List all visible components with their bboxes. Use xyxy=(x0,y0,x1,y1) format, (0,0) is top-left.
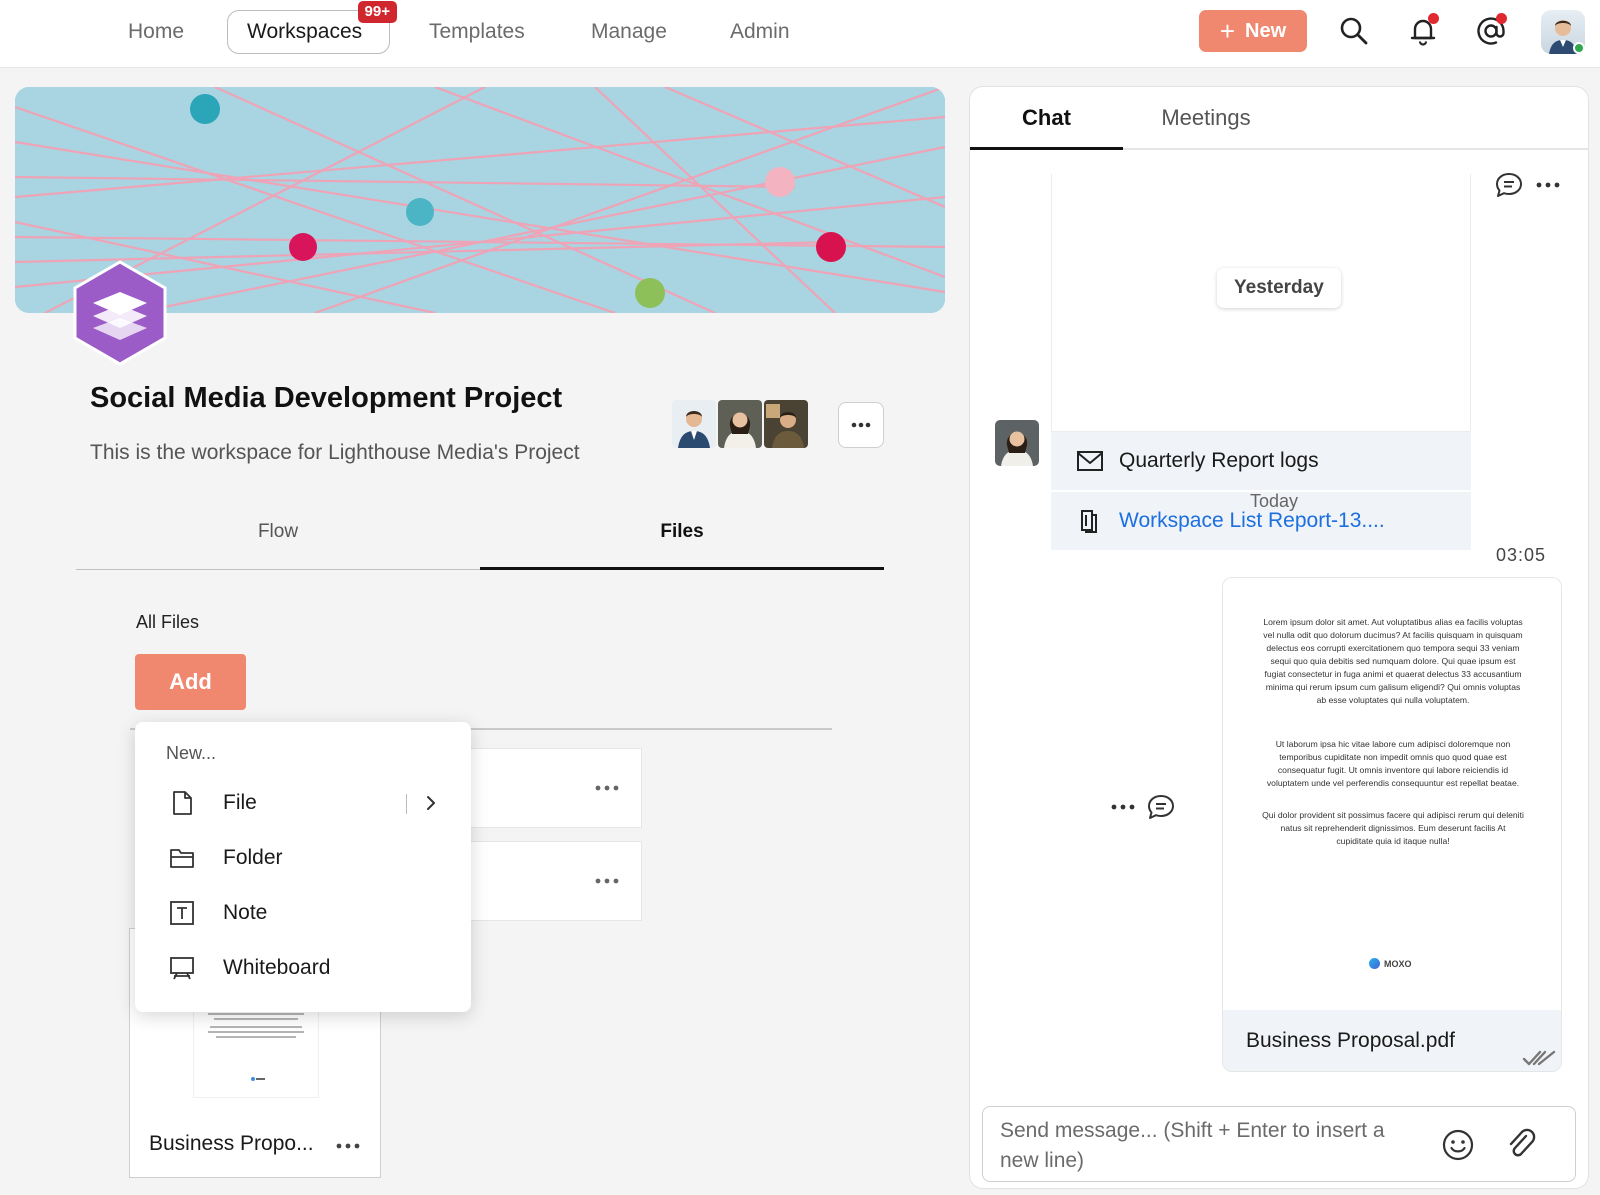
menu-item-folder[interactable]: Folder xyxy=(135,833,471,883)
pdf-preview-text: Ut laborum ipsa hic vitae labore cum adi… xyxy=(1266,739,1520,788)
menu-item-label: Folder xyxy=(223,846,283,869)
search-icon[interactable] xyxy=(1337,14,1371,48)
nav-tab-workspaces-label: Workspaces xyxy=(247,20,363,43)
menu-separator xyxy=(406,794,407,814)
tab-files[interactable]: Files xyxy=(480,510,884,570)
member-avatar[interactable] xyxy=(672,400,716,448)
tab-meetings[interactable]: Meetings xyxy=(1123,87,1289,150)
nav-tab-templates[interactable]: Templates xyxy=(410,10,544,54)
date-separator-yesterday: Yesterday xyxy=(1217,268,1341,308)
message-composer xyxy=(982,1106,1576,1182)
folder-icon xyxy=(170,849,194,868)
pdf-preview-text: Lorem ipsum dolor sit amet. Aut voluptat… xyxy=(1263,617,1523,705)
more-horizontal-icon[interactable] xyxy=(595,878,619,884)
workspace-title: Social Media Development Project xyxy=(90,382,563,414)
message-input[interactable] xyxy=(1000,1116,1424,1176)
pdf-file-name: Business Proposal.pdf xyxy=(1246,1029,1455,1052)
new-button-label: New xyxy=(1245,19,1287,42)
member-avatar[interactable] xyxy=(764,400,808,448)
more-horizontal-icon[interactable] xyxy=(1111,804,1135,810)
nav-tab-home[interactable]: Home xyxy=(109,10,203,54)
chevron-right-icon[interactable] xyxy=(424,794,438,812)
notifications-button[interactable] xyxy=(1406,13,1440,48)
menu-item-whiteboard[interactable]: Whiteboard xyxy=(135,943,471,993)
workspace-tabs: Flow Files xyxy=(76,510,884,570)
document-icon xyxy=(1081,510,1097,533)
more-horizontal-icon[interactable] xyxy=(336,1143,360,1149)
tab-flow[interactable]: Flow xyxy=(76,510,480,570)
notification-count-badge: 99+ xyxy=(357,1,397,23)
menu-item-label: Note xyxy=(223,901,268,924)
person-photo-icon xyxy=(764,400,808,448)
sender-avatar[interactable] xyxy=(995,420,1039,466)
nav-tab-workspaces[interactable]: Workspaces 99+ xyxy=(227,1,397,54)
files-section-label: All Files xyxy=(136,612,200,632)
top-navigation: Home Workspaces 99+ Templates Manage Adm… xyxy=(0,0,1600,68)
workspace-more-button[interactable] xyxy=(838,402,884,448)
brand-logo-mark-icon xyxy=(1369,958,1380,969)
mentions-button[interactable] xyxy=(1474,13,1508,48)
menu-header: New... xyxy=(166,743,217,763)
read-receipt-icon xyxy=(1522,1050,1556,1066)
attachment-paperclip-icon[interactable] xyxy=(1504,1127,1540,1163)
reply-thread-icon[interactable] xyxy=(1146,793,1176,821)
reply-thread-icon[interactable] xyxy=(1494,171,1524,199)
message-timestamp: 03:05 xyxy=(1496,545,1547,565)
unread-dot xyxy=(1496,13,1507,24)
document-preview-icon xyxy=(208,1013,304,1081)
menu-item-label: File xyxy=(223,791,257,814)
date-separator-today: Today xyxy=(1250,491,1299,511)
add-new-menu: New... File Folder Note Whiteboard xyxy=(135,722,471,1012)
more-horizontal-icon[interactable] xyxy=(595,785,619,791)
file-link[interactable]: Workspace List Report-13.... xyxy=(1119,509,1385,533)
chat-panel: Chat Meetings Yesterday Quarterly Report… xyxy=(969,86,1589,1189)
whiteboard-icon xyxy=(170,957,194,980)
person-photo-icon xyxy=(718,400,762,448)
workspace-members[interactable] xyxy=(672,400,808,448)
menu-item-label: Whiteboard xyxy=(223,956,331,979)
brand-logo-text: MOXO xyxy=(1384,958,1412,969)
person-photo-icon xyxy=(995,420,1039,466)
nav-tab-admin[interactable]: Admin xyxy=(711,10,809,54)
tab-chat[interactable]: Chat xyxy=(970,87,1123,150)
email-subject-row[interactable]: Quarterly Report logs xyxy=(1051,432,1471,490)
email-subject: Quarterly Report logs xyxy=(1119,449,1319,472)
emoji-icon[interactable] xyxy=(1440,1127,1476,1163)
brand-logo: MOXO xyxy=(1369,958,1412,969)
workspace-logo xyxy=(73,260,167,366)
file-card-name: Business Propo... xyxy=(149,1132,314,1155)
pdf-preview-text: Qui dolor provident sit possimus facere … xyxy=(1262,810,1524,846)
note-icon xyxy=(170,901,194,925)
mail-icon xyxy=(1077,451,1103,471)
plus-icon: + xyxy=(1219,16,1236,46)
pdf-preview: Lorem ipsum dolor sit amet. Aut voluptat… xyxy=(1223,578,1561,1010)
pdf-attachment-footer: Business Proposal.pdf xyxy=(1223,1010,1561,1071)
new-button[interactable]: + New xyxy=(1199,10,1307,52)
nav-tab-manage[interactable]: Manage xyxy=(572,10,686,54)
unread-dot xyxy=(1428,13,1439,24)
file-icon xyxy=(173,791,192,815)
file-thumbnail xyxy=(194,1009,318,1097)
user-avatar[interactable] xyxy=(1541,10,1585,54)
menu-item-file[interactable]: File xyxy=(135,778,471,828)
member-avatar[interactable] xyxy=(718,400,762,448)
chat-tabs: Chat Meetings xyxy=(970,87,1588,150)
person-photo-icon xyxy=(672,400,716,448)
more-horizontal-icon xyxy=(851,422,871,428)
menu-item-note[interactable]: Note xyxy=(135,888,471,938)
more-horizontal-icon[interactable] xyxy=(1536,182,1560,188)
add-button[interactable]: Add xyxy=(135,654,246,710)
pdf-attachment[interactable]: Lorem ipsum dolor sit amet. Aut voluptat… xyxy=(1222,577,1562,1072)
workspace-description: This is the workspace for Lighthouse Med… xyxy=(90,441,580,464)
online-status-dot xyxy=(1573,42,1585,54)
